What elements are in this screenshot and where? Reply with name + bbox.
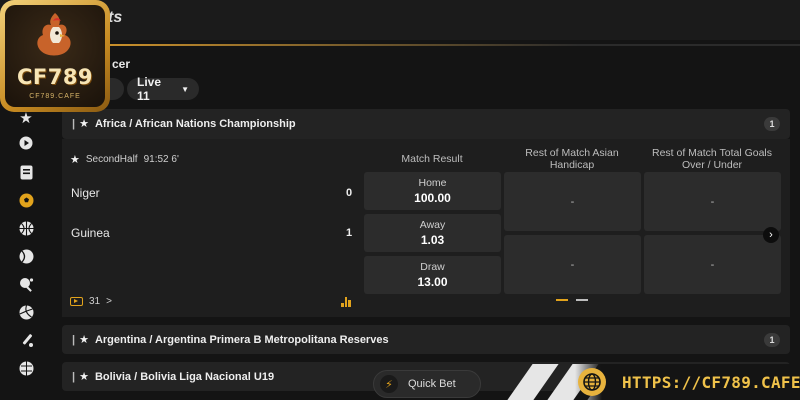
basketball-icon[interactable]	[16, 218, 36, 238]
match-favorite-star-icon[interactable]: ★	[70, 153, 80, 166]
market-header-total-goals: Rest of Match Total Goals Over / Under	[651, 147, 773, 171]
next-markets-arrow-icon[interactable]: ›	[763, 227, 779, 243]
lightning-icon: ⚡	[380, 375, 398, 393]
match-card: ★ SecondHalf 91:52 6' Niger Guinea 0 1 3…	[62, 139, 790, 317]
odds-label: Home	[418, 177, 447, 189]
match-clock: 91:52 6'	[143, 154, 179, 165]
total-goals-odds-top[interactable]: -	[644, 172, 781, 231]
logo-wordmark: CF789	[16, 65, 94, 89]
statistics-icon[interactable]	[341, 297, 351, 307]
total-goals-odds-bottom[interactable]: -	[644, 235, 781, 294]
handball-icon[interactable]	[16, 358, 36, 378]
carousel-indicator[interactable]	[576, 299, 588, 301]
globe-icon	[578, 368, 606, 396]
favorite-star-icon[interactable]: ★	[79, 333, 89, 346]
odds-value: 13.00	[417, 275, 448, 289]
soccer-icon[interactable]	[16, 190, 36, 210]
cricket-icon[interactable]	[16, 330, 36, 350]
favorite-star-icon[interactable]: ★	[79, 370, 89, 383]
live-filter-dropdown[interactable]: Live 11 ▼	[127, 75, 199, 103]
odds-away[interactable]: Away 1.03	[364, 214, 501, 252]
odds-label: Away	[419, 219, 446, 231]
page-heading: ts	[108, 9, 123, 26]
away-team[interactable]: Guinea	[71, 226, 110, 240]
league-header-argentina[interactable]: | ★ Argentina / Argentina Primera B Metr…	[62, 325, 790, 354]
odds-placeholder: -	[710, 258, 715, 271]
collapse-marker-icon: |	[72, 117, 76, 130]
live-filter-label: Live 11	[137, 75, 162, 103]
odds-value: 1.03	[420, 233, 445, 247]
logo-badge: CF789 CF789.CAFE	[5, 5, 105, 107]
match-status: ★ SecondHalf 91:52 6'	[70, 153, 179, 166]
favorite-star-icon[interactable]: ★	[79, 117, 89, 130]
asian-handicap-odds-bottom[interactable]: -	[504, 235, 641, 294]
quick-bet-label: Quick Bet	[408, 378, 456, 390]
odds-placeholder: -	[710, 195, 715, 208]
league-match-count: 1	[764, 332, 780, 347]
league-name: Argentina / Argentina Primera B Metropol…	[94, 333, 389, 346]
brand-logo: CF789 CF789.CAFE	[0, 0, 110, 112]
odds-label: Draw	[420, 261, 445, 273]
logo-subtext: CF789.CAFE	[29, 93, 81, 100]
home-score: 0	[346, 187, 353, 199]
section-title: cer	[112, 57, 131, 71]
market-header-asian-handicap: Rest of Match Asian Handicap	[525, 147, 619, 171]
odds-placeholder: -	[570, 258, 575, 271]
play-icon[interactable]	[16, 133, 36, 153]
collapse-marker-icon: |	[72, 333, 76, 346]
live-stream-icon	[70, 297, 83, 306]
odds-value: 100.00	[414, 191, 451, 205]
carousel-indicator-active[interactable]	[556, 299, 568, 301]
collapse-marker-icon: |	[72, 370, 76, 383]
home-team[interactable]: Niger	[71, 186, 100, 200]
league-header-africa[interactable]: | ★ Africa / African Nations Championshi…	[62, 109, 790, 139]
rooster-icon	[37, 13, 71, 56]
away-score: 1	[346, 227, 353, 239]
more-markets-count: 31	[89, 296, 101, 307]
odds-home[interactable]: Home 100.00	[364, 172, 501, 210]
top-bar: ts	[0, 0, 800, 40]
betslip-icon[interactable]	[16, 162, 36, 182]
tennis-icon[interactable]	[16, 246, 36, 266]
league-match-count: 1	[764, 116, 780, 131]
asian-handicap-odds-top[interactable]: -	[504, 172, 641, 231]
match-period: SecondHalf	[85, 154, 138, 165]
more-markets-chevron: >	[106, 296, 112, 307]
volleyball-icon[interactable]	[16, 302, 36, 322]
match-footer-link[interactable]: 31 >	[70, 296, 112, 307]
league-name: Africa / African Nations Championship	[94, 117, 296, 130]
chevron-down-icon: ▼	[181, 84, 189, 94]
header-divider	[60, 44, 800, 46]
promo-url[interactable]: HTTPS://CF789.CAFE/	[622, 373, 800, 392]
table-tennis-icon[interactable]	[16, 274, 36, 294]
odds-draw[interactable]: Draw 13.00	[364, 256, 501, 294]
market-header-match-result: Match Result	[401, 153, 463, 165]
odds-placeholder: -	[570, 195, 575, 208]
league-name: Bolivia / Bolivia Liga Nacional U19	[94, 370, 275, 383]
